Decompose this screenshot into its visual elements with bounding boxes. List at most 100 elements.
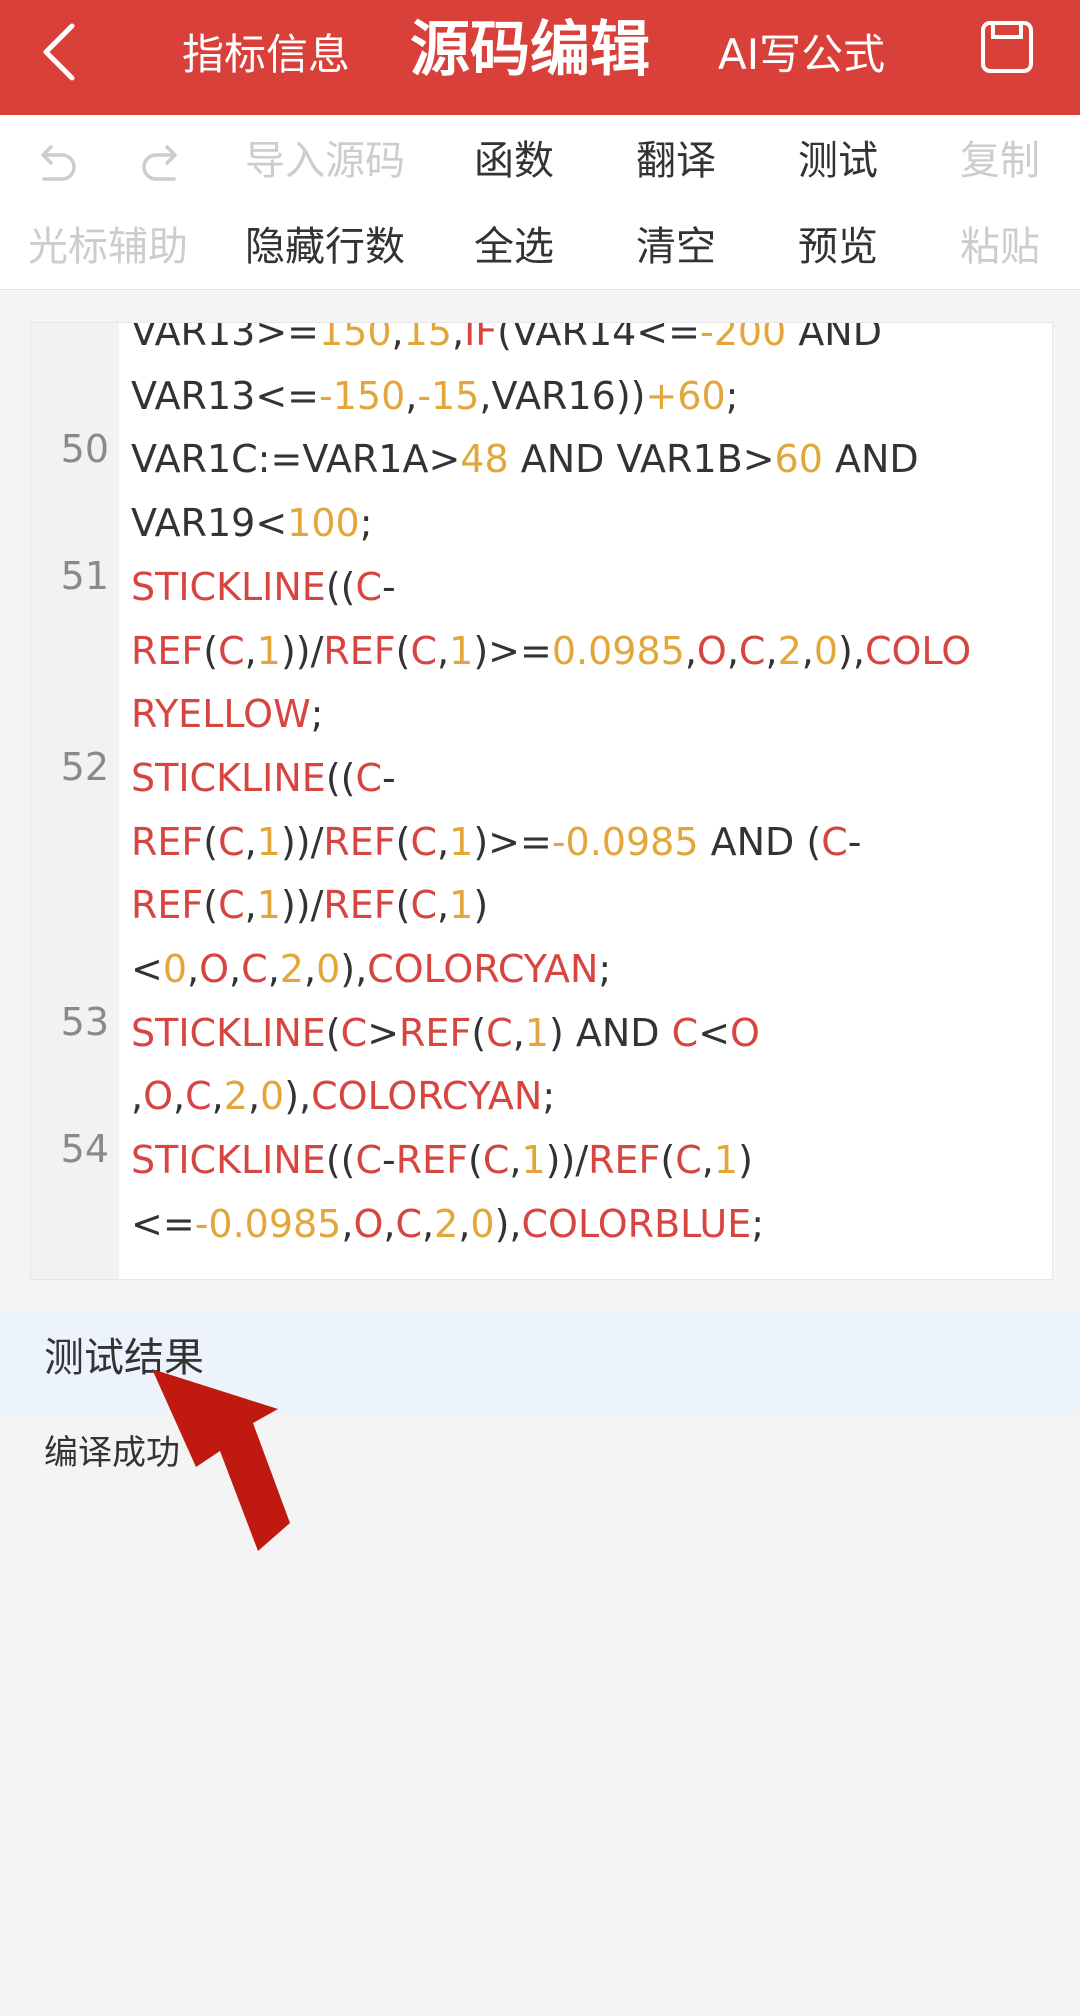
code-keyword: O: [696, 628, 727, 673]
code-keyword: C: [355, 755, 383, 800]
code-text-token: VAR13<=: [131, 373, 319, 418]
code-text-token: ,: [383, 1201, 396, 1246]
ai-formula-button[interactable]: AI写公式: [718, 34, 885, 76]
code-text-token: ,: [187, 947, 200, 992]
code-text-token: (: [395, 819, 411, 864]
code-keyword: REF: [323, 628, 396, 673]
code-number: 1: [449, 628, 474, 673]
code-text-token: (: [203, 883, 219, 928]
code-text-token: (: [660, 1138, 676, 1183]
code-keyword: REF: [131, 819, 204, 864]
code-text-token: (: [203, 628, 219, 673]
hide-line-numbers-button[interactable]: 隐藏行数: [245, 227, 405, 267]
code-number: 1: [449, 819, 474, 864]
redo-icon[interactable]: [138, 137, 188, 187]
chevron-left-icon[interactable]: [38, 20, 88, 84]
code-editor[interactable]: 50 51 52 53 54 VAR13>=150,15,IF(VAR14<=-…: [30, 322, 1053, 1280]
code-number: 0.0985: [551, 628, 685, 673]
code-text-token: ,: [391, 322, 404, 354]
code-text-token: ,: [458, 1201, 471, 1246]
code-keyword: REF: [131, 883, 204, 928]
code-keyword: C: [410, 819, 438, 864]
line-number: 51: [60, 554, 109, 598]
select-all-button[interactable]: 全选: [474, 227, 554, 267]
cursor-assist-button[interactable]: 光标辅助: [28, 227, 188, 267]
code-keyword: C: [482, 1138, 510, 1183]
import-source-button[interactable]: 导入源码: [245, 141, 405, 181]
code-keyword: C: [355, 564, 383, 609]
code-text-token: ))/: [280, 628, 324, 673]
code-keyword: COLORCYAN: [311, 1074, 543, 1119]
code-line: <=-0.0985,O,C,2,0),COLORBLUE;: [131, 1193, 1031, 1257]
code-text-token: ,: [341, 1201, 354, 1246]
code-keyword: REF: [323, 883, 396, 928]
clear-button[interactable]: 清空: [636, 227, 716, 267]
code-text-token: ;: [725, 373, 739, 418]
code-keyword: O: [730, 1010, 760, 1055]
editor-toolbar: 导入源码 函数 翻译 测试 复制 光标辅助 隐藏行数 全选 清空 预览 粘贴: [0, 115, 1080, 290]
save-icon[interactable]: [980, 20, 1034, 74]
code-text-token: (: [471, 1010, 487, 1055]
code-line: STICKLINE((C-REF(C,1))/REF(C,1): [131, 1129, 1031, 1193]
code-text-token: ),: [284, 1074, 312, 1119]
page-title: 源码编辑: [410, 15, 650, 85]
code-number: 2: [279, 947, 304, 992]
code-number: 0: [260, 1074, 285, 1119]
code-text-token: ,: [244, 819, 257, 864]
code-line: RYELLOW;: [131, 683, 1031, 747]
test-button[interactable]: 测试: [798, 141, 878, 181]
code-number: 1: [256, 819, 281, 864]
code-number: 1: [256, 628, 281, 673]
code-keyword: REF: [323, 819, 396, 864]
code-text-token: (: [468, 1138, 483, 1183]
code-keyword: C: [738, 628, 766, 673]
code-text-token: ))/: [280, 883, 324, 928]
code-line: ,O,C,2,0),COLORCYAN;: [131, 1065, 1031, 1129]
code-text-token: ,: [801, 628, 814, 673]
code-text-token: ;: [359, 501, 373, 546]
code-keyword: COLORBLUE: [521, 1201, 752, 1246]
code-text-token: AND VAR1B>: [508, 437, 775, 482]
functions-button[interactable]: 函数: [474, 141, 554, 181]
code-text-token: VAR1C:=VAR1A>: [131, 437, 461, 482]
code-text-token: ,: [131, 1074, 144, 1119]
translate-button[interactable]: 翻译: [636, 141, 716, 181]
code-number: 2: [434, 1201, 459, 1246]
code-keyword: COLORCYAN: [367, 947, 599, 992]
undo-icon[interactable]: [30, 137, 80, 187]
code-text-token: ,: [512, 1010, 525, 1055]
code-text-token: ,: [437, 819, 450, 864]
code-text-token: ,: [437, 883, 450, 928]
code-line: VAR19<100;: [131, 492, 1031, 556]
code-text-token: ,: [509, 1138, 522, 1183]
line-number: 54: [60, 1127, 109, 1171]
code-number: 48: [460, 437, 509, 482]
code-text-token: -: [382, 1138, 396, 1183]
code-number: 0: [162, 947, 188, 992]
code-keyword: C: [218, 628, 245, 673]
code-text-token: VAR13>=: [131, 322, 319, 354]
code-line: VAR13>=150,15,IF(VAR14<=-200 AND: [131, 322, 1031, 365]
copy-button[interactable]: 复制: [960, 141, 1040, 181]
code-number: 2: [223, 1074, 248, 1119]
code-keyword: O: [353, 1201, 384, 1246]
tab-indicator-info[interactable]: 指标信息: [182, 34, 350, 76]
code-keyword: O: [199, 947, 230, 992]
preview-button[interactable]: 预览: [798, 227, 878, 267]
code-keyword: C: [671, 1010, 699, 1055]
arrow-up-left-icon: [152, 1369, 290, 1551]
code-keyword: C: [241, 947, 268, 992]
code-keyword: C: [410, 883, 438, 928]
code-text-token: ,: [701, 1138, 714, 1183]
code-text[interactable]: VAR13>=150,15,IF(VAR14<=-200 AND VAR13<= -…: [131, 322, 1031, 1257]
code-text-token: ,: [726, 628, 739, 673]
code-keyword: C: [410, 628, 438, 673]
code-text-token: (: [203, 819, 219, 864]
paste-button[interactable]: 粘贴: [960, 227, 1040, 267]
code-keyword: REF: [399, 1010, 472, 1055]
app-header: 指标信息 源码编辑 AI写公式: [0, 0, 1080, 115]
code-keyword: C: [185, 1074, 212, 1119]
code-number: 1: [524, 1010, 549, 1055]
code-keyword: STICKLINE: [131, 1010, 326, 1055]
code-line: REF(C,1))/REF(C,1)>=-0.0985 AND (C-: [131, 811, 1031, 875]
